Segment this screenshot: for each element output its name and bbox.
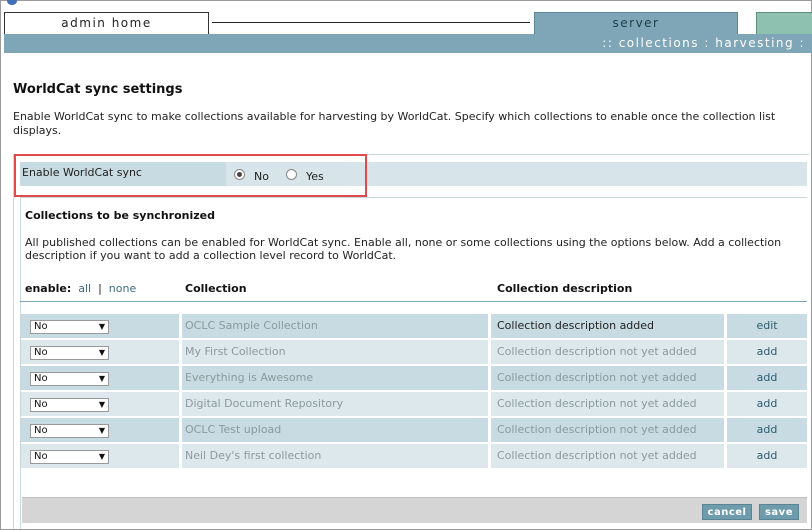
enable-select[interactable]: No ▼ (30, 398, 109, 412)
enable-all-link[interactable]: all (78, 282, 91, 295)
breadcrumb-separator: : (704, 36, 710, 50)
breadcrumb-collections[interactable]: collections (619, 36, 699, 50)
chevron-down-icon: ▼ (98, 374, 105, 383)
enable-cell: No ▼ (21, 392, 179, 416)
chevron-down-icon: ▼ (98, 426, 105, 435)
top-tab-bar: admin home server (1, 12, 812, 34)
logo-icon (7, 0, 17, 5)
collection-description: Collection description not yet added (491, 340, 724, 364)
collections-title: Collections to be synchronized (25, 209, 215, 222)
enable-cell: No ▼ (21, 418, 179, 442)
chevron-down-icon: ▼ (98, 400, 105, 409)
collection-description: Collection description not yet added (491, 392, 724, 416)
enable-select-value: No (34, 321, 48, 332)
save-button[interactable]: save (759, 504, 799, 520)
collection-name: Digital Document Repository (182, 392, 488, 416)
collection-name: Everything is Awesome (182, 366, 488, 390)
enable-cell: No ▼ (21, 366, 179, 390)
collection-name: OCLC Sample Collection (182, 314, 488, 338)
footer-bar: cancel save (22, 497, 807, 523)
enable-select[interactable]: No ▼ (30, 424, 109, 438)
enable-select[interactable]: No ▼ (30, 320, 109, 334)
header-divider (20, 301, 807, 302)
enable-cell: No ▼ (21, 340, 179, 364)
chevron-down-icon: ▼ (98, 322, 105, 331)
breadcrumb-harvesting[interactable]: harvesting (715, 36, 794, 50)
table-row: No ▼ OCLC Test upload Collection descriptio… (21, 418, 807, 442)
page-intro: Enable WorldCat sync to make collections… (13, 110, 776, 137)
enable-cell: No ▼ (21, 444, 179, 468)
tab-admin-home[interactable]: admin home (4, 12, 209, 34)
enable-cell: No ▼ (21, 314, 179, 338)
enable-select-value: No (34, 399, 48, 410)
edit-description-link[interactable]: edit (727, 314, 807, 338)
page-title: WorldCat sync settings (13, 82, 183, 97)
enable-select-value: No (34, 425, 48, 436)
add-description-link[interactable]: add (727, 366, 807, 390)
column-header-description: Collection description (497, 282, 633, 295)
collection-name: OCLC Test upload (182, 418, 488, 442)
enable-separator: | (98, 282, 102, 295)
table-row: No ▼ OCLC Sample Collection Collection desc… (21, 314, 807, 338)
collection-description: Collection description not yet added (491, 366, 724, 390)
add-description-link[interactable]: add (727, 418, 807, 442)
chevron-down-icon: ▼ (98, 452, 105, 461)
enable-select-value: No (34, 451, 48, 462)
tab-server[interactable]: server (534, 12, 738, 34)
enable-label: enable: (25, 282, 72, 295)
breadcrumb-prefix: :: (602, 36, 614, 50)
table-row: No ▼ Everything is Awesome Collection descr… (21, 366, 807, 390)
breadcrumb: :: collections : harvesting : (602, 36, 805, 50)
enable-select-value: No (34, 347, 48, 358)
breadcrumb-suffix: : (799, 36, 805, 50)
collection-description: Collection description not yet added (491, 444, 724, 468)
table-row: No ▼ Digital Document Repository Collection… (21, 392, 807, 416)
column-header-collection: Collection (185, 282, 247, 295)
cancel-button[interactable]: cancel (702, 504, 752, 520)
table-row: No ▼ Neil Dey's first collection Collection… (21, 444, 807, 468)
collection-name: My First Collection (182, 340, 488, 364)
enable-select-value: No (34, 373, 48, 384)
enable-none-link[interactable]: none (109, 282, 136, 295)
enable-select[interactable]: No ▼ (30, 346, 109, 360)
chevron-down-icon: ▼ (98, 348, 105, 357)
tab-extra[interactable] (756, 12, 812, 34)
collections-description: All published collections can be enabled… (25, 236, 782, 262)
collection-description: Collection description not yet added (491, 418, 724, 442)
sub-nav-bar: :: collections : harvesting : (4, 34, 812, 53)
collection-description: Collection description added (491, 314, 724, 338)
highlight-annotation (14, 154, 367, 197)
enable-select[interactable]: No ▼ (30, 450, 109, 464)
enable-links: enable: all | none (25, 282, 136, 295)
add-description-link[interactable]: add (727, 392, 807, 416)
tab-divider-line (212, 22, 530, 23)
table-row: No ▼ My First Collection Collection descrip… (21, 340, 807, 364)
collection-name: Neil Dey's first collection (182, 444, 488, 468)
add-description-link[interactable]: add (727, 340, 807, 364)
app-frame: admin home server :: collections : harve… (0, 0, 812, 530)
enable-select[interactable]: No ▼ (30, 372, 109, 386)
add-description-link[interactable]: add (727, 444, 807, 468)
